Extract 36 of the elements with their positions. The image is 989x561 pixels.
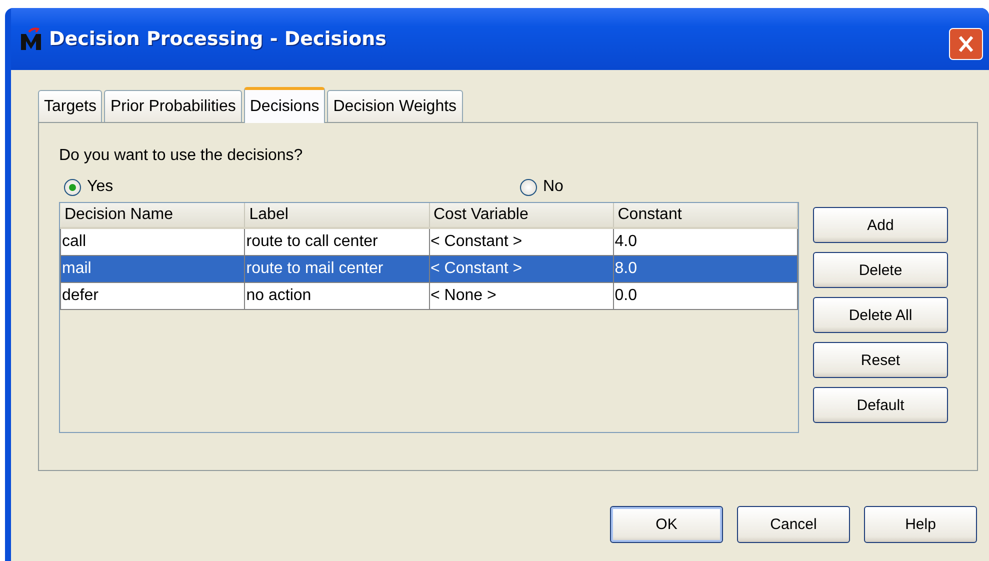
column-header[interactable]: Cost Variable — [429, 203, 614, 228]
table-cell[interactable]: mail — [60, 256, 245, 282]
action-button[interactable]: Delete — [813, 252, 948, 288]
table-cell[interactable]: route to call center — [244, 228, 429, 256]
action-button[interactable]: Delete All — [813, 297, 948, 333]
column-header[interactable]: Label — [244, 203, 429, 228]
window-title: Decision Processing - Decisions — [49, 28, 386, 50]
dialog-button[interactable]: Help — [864, 506, 977, 543]
tab[interactable]: Decision Weights — [327, 90, 463, 122]
tab[interactable]: Prior Probabilities — [104, 90, 242, 122]
table-cell[interactable]: < Constant > — [429, 228, 614, 256]
action-button[interactable]: Default — [813, 387, 948, 423]
table-cell[interactable]: < None > — [429, 282, 614, 310]
table-cell[interactable]: 4.0 — [613, 228, 798, 256]
action-button[interactable]: Add — [813, 207, 948, 243]
action-button[interactable]: Reset — [813, 342, 948, 378]
tab[interactable]: Targets — [38, 90, 102, 122]
radio-button[interactable] — [520, 178, 537, 196]
radio-button[interactable] — [64, 178, 81, 196]
table-cell[interactable]: defer — [60, 282, 245, 310]
column-header[interactable]: Decision Name — [60, 203, 245, 228]
table-cell[interactable]: route to mail center — [244, 256, 429, 282]
question-text: Do you want to use the decisions? — [59, 147, 304, 165]
dialog-button[interactable]: Cancel — [737, 506, 850, 543]
table-cell[interactable]: 0.0 — [613, 282, 798, 310]
radio-label: Yes — [87, 178, 114, 196]
column-header[interactable]: Constant — [613, 203, 798, 228]
tab[interactable]: Decisions — [244, 87, 326, 123]
dialog-button[interactable]: OK — [610, 506, 723, 543]
table-cell[interactable]: call — [60, 228, 245, 256]
table-cell[interactable]: no action — [244, 282, 429, 310]
table-cell[interactable]: 8.0 — [613, 256, 798, 282]
logo-icon — [19, 27, 43, 51]
radio-label: No — [543, 178, 564, 196]
close-button[interactable] — [949, 28, 983, 60]
table-cell[interactable]: < Constant > — [429, 256, 614, 282]
